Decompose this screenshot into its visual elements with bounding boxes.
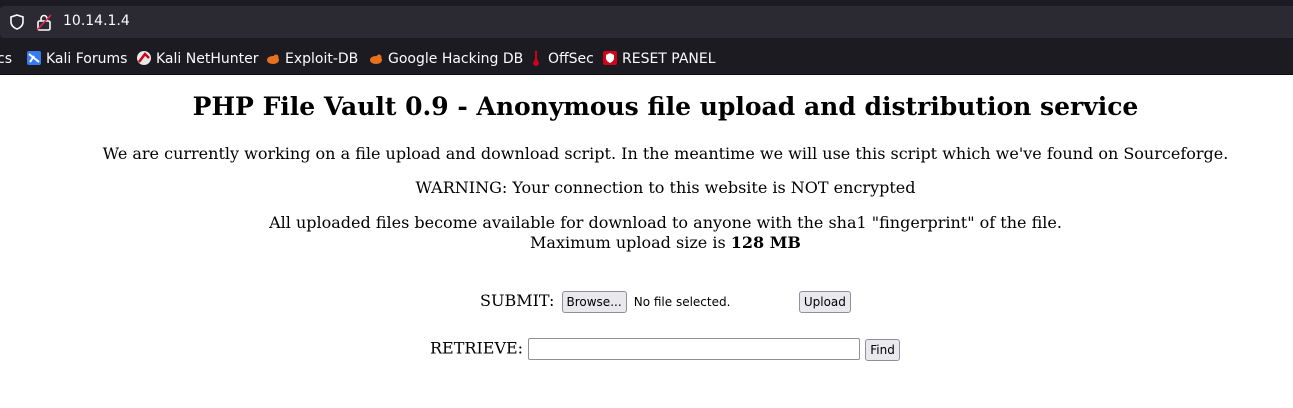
address-bar[interactable]: 10.14.1.4 <box>0 6 1293 38</box>
navigation-toolbar: 10.14.1.4 <box>0 0 1293 44</box>
offsec-icon <box>528 50 544 66</box>
upload-form: SUBMIT: Browse... No file selected. Uplo… <box>480 291 851 315</box>
bookmark-label: cs <box>0 51 12 67</box>
upload-button[interactable]: Upload <box>798 291 851 313</box>
bookmark-label: Google Hacking DB <box>388 51 524 67</box>
bookmark-label: RESET PANEL <box>622 51 716 67</box>
page-content: PHP File Vault 0.9 - Anonymous file uplo… <box>0 75 1293 408</box>
find-button[interactable]: Find <box>865 338 900 361</box>
max-size-value: 128 MB <box>730 233 801 252</box>
bookmark-label: Exploit-DB <box>285 51 359 67</box>
fingerprint-input[interactable] <box>528 338 861 360</box>
intro-text: We are currently working on a file uploa… <box>102 144 1229 163</box>
no-file-selected-text: No file selected. <box>633 295 731 309</box>
url-text[interactable]: 10.14.1.4 <box>63 13 130 29</box>
tracking-protection-shield-icon[interactable] <box>8 13 26 35</box>
kali-forums-icon <box>26 50 42 66</box>
bookmark-label: Kali Forums <box>46 51 128 67</box>
bookmark-offsec[interactable]: OffSec <box>528 50 594 68</box>
bookmark-kali-nethunter[interactable]: Kali NetHunter <box>136 50 258 68</box>
bookmark-label: Kali NetHunter <box>156 51 259 67</box>
bookmark-exploit-db[interactable]: Exploit-DB <box>265 50 358 68</box>
exploitdb-icon <box>265 50 281 66</box>
ghdb-icon <box>368 50 384 66</box>
submit-label: SUBMIT: <box>480 291 555 310</box>
insecure-lock-icon[interactable] <box>36 13 52 35</box>
browse-button[interactable]: Browse... <box>561 291 627 313</box>
page-title: PHP File Vault 0.9 - Anonymous file uplo… <box>192 92 1139 121</box>
bookmark-google-hacking-db[interactable]: Google Hacking DB <box>368 50 523 68</box>
bookmark-item[interactable]: cs <box>0 50 12 68</box>
availability-text: All uploaded files become available for … <box>269 213 1062 232</box>
bookmark-reset-panel[interactable]: RESET PANEL <box>602 50 716 68</box>
warning-text: WARNING: Your connection to this website… <box>415 178 916 197</box>
bookmarks-toolbar: cs Kali Forums Kali NetHunter Exploit-DB… <box>0 44 1293 75</box>
max-size-prefix: Maximum upload size is <box>530 233 726 252</box>
nethunter-icon <box>136 50 152 66</box>
bookmark-label: OffSec <box>548 51 594 67</box>
retrieve-form: RETRIEVE: Find <box>430 338 900 362</box>
retrieve-label: RETRIEVE: <box>430 338 524 358</box>
bookmark-kali-forums[interactable]: Kali Forums <box>26 50 127 68</box>
max-size-text: Maximum upload size is 128 MB <box>0 233 1293 252</box>
shield-icon <box>602 50 618 66</box>
